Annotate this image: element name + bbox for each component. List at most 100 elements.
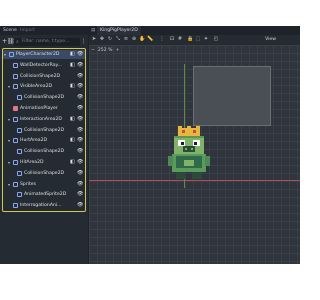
raycast-icon	[13, 62, 18, 68]
expand-toggle-icon[interactable]: ▾	[8, 115, 10, 124]
character-body-icon	[9, 52, 14, 57]
visibility-eye-icon[interactable]: 👁	[77, 62, 83, 68]
tree-node-label: InteractionArea2D	[20, 116, 62, 122]
bone-icon[interactable]: ✦	[203, 36, 209, 43]
tree-node[interactable]: AnimationPlayer 👁	[3, 104, 85, 113]
tree-node-label: CollisionShape2D	[24, 170, 65, 176]
group-icon[interactable]: ⬚	[195, 36, 201, 43]
zoom-out-icon[interactable]: −	[91, 48, 95, 53]
expand-toggle-icon[interactable]: ▾	[4, 50, 6, 59]
tree-node[interactable]: CollisionShape2D 👁	[3, 126, 85, 135]
tree-node[interactable]: ▾ HurtArea2D ◧ 👁	[3, 136, 85, 145]
smart-snap-icon[interactable]: ⊡	[169, 36, 175, 43]
expand-toggle-icon[interactable]: ▾	[8, 136, 10, 145]
collision-shape-icon	[17, 149, 22, 155]
crown-band	[178, 128, 200, 136]
tree-node-label: HurtArea2D	[20, 138, 48, 144]
viewport-canvas[interactable]: −252 % +	[89, 45, 300, 264]
tab-scene[interactable]: Scene	[1, 26, 19, 35]
crown-gem	[193, 130, 196, 133]
tree-node-label: CollisionShape2D	[24, 127, 65, 133]
tree-node-label: PlayerCharacter2D	[16, 52, 60, 57]
tree-node-label: AnimationPlayer	[20, 106, 58, 111]
snap-icon[interactable]: ⋮	[159, 36, 165, 43]
visibility-eye-icon[interactable]: 👁	[77, 73, 83, 79]
filter-input[interactable]: ⌕ Filter: name, t:type...	[14, 38, 80, 46]
area-icon	[13, 160, 18, 165]
signal-icon[interactable]: ◧	[70, 52, 75, 57]
right-arm	[205, 156, 210, 166]
area-icon	[13, 84, 18, 90]
king-pig-sprite[interactable]	[168, 126, 210, 180]
visibility-eye-icon[interactable]: 👁	[77, 149, 83, 154]
left-leg	[176, 172, 186, 179]
signal-icon[interactable]: ◧	[70, 62, 75, 68]
tree-node-label: WallDetectorRay...	[20, 62, 62, 68]
lock-icon[interactable]: 🔒	[187, 36, 193, 43]
zoom-level[interactable]: 252 %	[98, 48, 113, 53]
left-arm	[168, 156, 173, 166]
tab-kingpigplayer2d[interactable]: KingPigPlayer2D	[97, 26, 141, 35]
move-tool-icon[interactable]: ✥	[99, 36, 105, 43]
tree-node[interactable]: CollisionShape2D 👁	[3, 169, 85, 178]
visibility-eye-icon[interactable]: 👁	[77, 127, 83, 133]
scene-tree: ▾ PlayerCharacter2D ◧ 👁 WallDetectorRay... ◧ 👁…	[2, 48, 86, 212]
tree-node[interactable]: InterrogationAni... 👁	[3, 201, 85, 210]
crown-gem	[182, 130, 185, 133]
visibility-eye-icon[interactable]: 👁	[77, 106, 83, 111]
rotate-tool-icon[interactable]: ↻	[107, 36, 113, 43]
filter-placeholder: Filter: name, t:type...	[22, 39, 70, 44]
visibility-eye-icon[interactable]: 👁	[77, 84, 83, 89]
visibility-eye-icon[interactable]: 👁	[77, 95, 83, 100]
tree-node[interactable]: ▾ VisibleArea2D ◧ 👁	[3, 82, 85, 91]
tree-node[interactable]: ▾ PlayerCharacter2D ◧ 👁	[3, 50, 85, 59]
animated-sprite-icon	[13, 203, 18, 209]
visibility-eye-icon[interactable]: 👁	[77, 203, 83, 208]
zoom-in-icon[interactable]: +	[115, 48, 119, 53]
tree-node[interactable]: ▾ InteractionArea2D ◧ 👁	[3, 115, 85, 124]
view-menu-button[interactable]: View	[265, 35, 276, 45]
visibility-eye-icon[interactable]: 👁	[77, 170, 83, 176]
signal-icon[interactable]: ◧	[70, 160, 75, 165]
animated-sprite-icon	[17, 192, 22, 198]
game-viewport-rect	[193, 66, 271, 126]
canvas-editor: KingPigPlayer2D ▤ ➤ ✥ ↻ ⤡ ≡ ⊕ ✋ 📏 ⋮ ⊡ # …	[89, 26, 300, 264]
signal-icon[interactable]: ◧	[70, 138, 75, 143]
tree-node[interactable]: ▾ HitArea2D ◧ 👁	[3, 158, 85, 167]
scene-toolbar: + ⛓ ⌕ Filter: name, t:type... ⋮	[0, 36, 88, 48]
expand-toggle-icon[interactable]: ▾	[8, 158, 10, 167]
visibility-eye-icon[interactable]: 👁	[77, 52, 83, 57]
menu-icon[interactable]: ⋮	[80, 38, 87, 45]
visibility-eye-icon[interactable]: 👁	[77, 181, 83, 187]
tab-import[interactable]: Import	[18, 26, 37, 35]
camera-icon[interactable]: ◰	[213, 36, 219, 43]
list-tool-icon[interactable]: ≡	[123, 36, 129, 43]
tree-node-label: CollisionShape2D	[24, 95, 65, 101]
tree-node-label: Sprites	[20, 181, 37, 187]
link-icon[interactable]: ⛓	[7, 38, 15, 45]
collision-shape-icon	[17, 127, 22, 133]
tree-node[interactable]: CollisionShape2D 👁	[3, 93, 85, 102]
visibility-eye-icon[interactable]: 👁	[77, 138, 83, 143]
tree-node-label: CollisionShape2D	[20, 73, 61, 79]
signal-icon[interactable]: ◧	[70, 84, 75, 89]
visibility-eye-icon[interactable]: 👁	[77, 192, 83, 197]
select-tool-icon[interactable]: ➤	[91, 36, 97, 43]
tree-node[interactable]: AnimatedSprite2D 👁	[3, 190, 85, 199]
tree-node[interactable]: ▾ Sprites 👁	[3, 180, 85, 189]
area-icon	[13, 116, 18, 122]
signal-icon[interactable]: ◧	[70, 116, 75, 122]
ruler-tool-icon[interactable]: 📏	[147, 36, 153, 43]
tree-node[interactable]: WallDetectorRay... ◧ 👁	[3, 61, 85, 70]
dock-tab-bar: Scene Import	[0, 26, 88, 35]
tree-node[interactable]: CollisionShape2D 👁	[3, 147, 85, 156]
expand-toggle-icon[interactable]: ▾	[8, 180, 10, 189]
pivot-tool-icon[interactable]: ⊕	[131, 36, 137, 43]
grid-snap-icon[interactable]: #	[177, 36, 183, 43]
tree-node[interactable]: CollisionShape2D 👁	[3, 72, 85, 81]
pan-tool-icon[interactable]: ✋	[139, 36, 145, 43]
scale-tool-icon[interactable]: ⤡	[115, 36, 121, 43]
expand-toggle-icon[interactable]: ▾	[8, 82, 10, 91]
visibility-eye-icon[interactable]: 👁	[77, 116, 83, 122]
visibility-eye-icon[interactable]: 👁	[77, 160, 83, 165]
